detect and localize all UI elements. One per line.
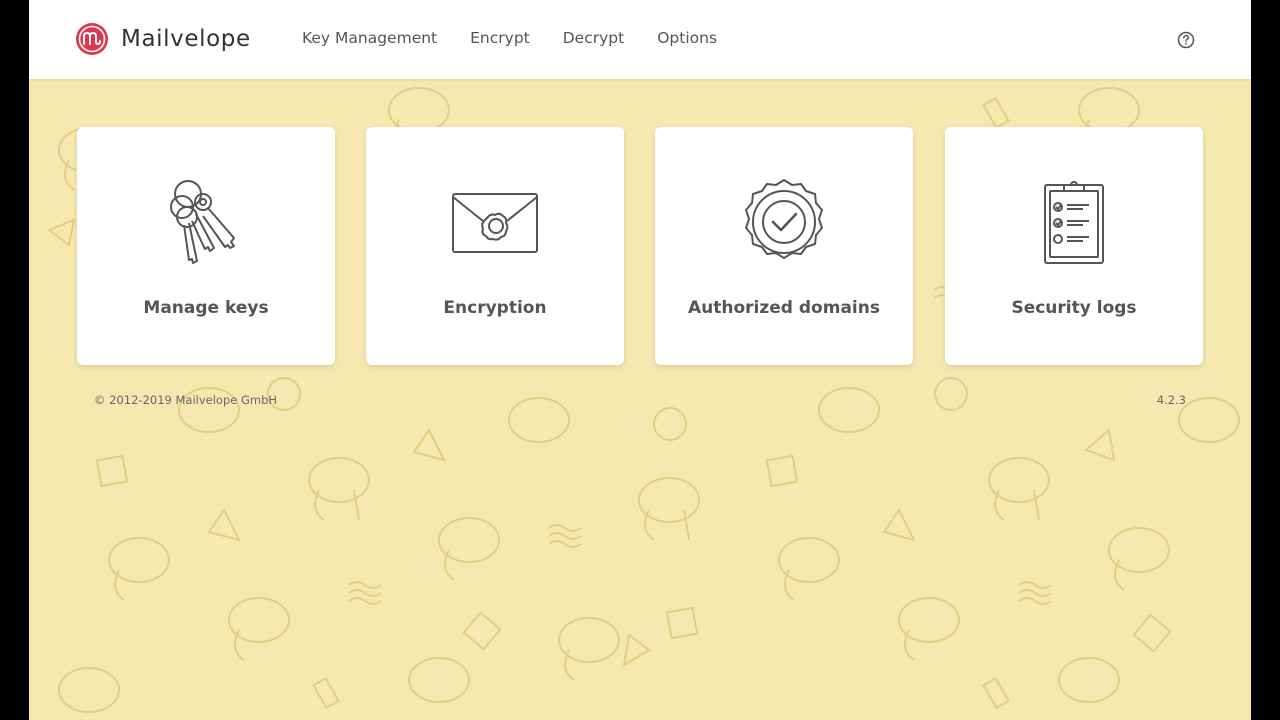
pattern-square-icon bbox=[312, 676, 340, 710]
pattern-wave-icon bbox=[548, 524, 582, 548]
pattern-triangle-icon bbox=[412, 428, 446, 462]
pattern-elephant-icon bbox=[778, 537, 840, 601]
pattern-elephant-icon bbox=[58, 667, 120, 713]
pattern-elephant-icon bbox=[558, 617, 620, 681]
brand-logo[interactable]: Mailvelope bbox=[75, 22, 251, 56]
pattern-square-icon bbox=[462, 611, 502, 651]
main-nav: Key Management Encrypt Decrypt Options bbox=[302, 29, 750, 47]
card-manage-keys[interactable]: Manage keys bbox=[77, 127, 335, 365]
version-text: 4.2.3 bbox=[1156, 393, 1186, 407]
pattern-circle-icon bbox=[653, 407, 687, 441]
pattern-triangle-icon bbox=[46, 218, 76, 247]
clipboard-checklist-icon bbox=[1044, 181, 1104, 264]
pattern-elephant-icon bbox=[1108, 527, 1170, 591]
top-navigation-bar: Mailvelope Key Management Encrypt Decryp… bbox=[29, 0, 1251, 79]
pattern-elephant-icon bbox=[1058, 657, 1120, 703]
pattern-elephant-icon bbox=[898, 597, 960, 661]
pattern-triangle-icon bbox=[622, 633, 651, 667]
card-security-logs[interactable]: Security logs bbox=[945, 127, 1203, 365]
pattern-square-icon bbox=[982, 676, 1010, 710]
pattern-square-icon bbox=[95, 454, 129, 488]
pattern-elephant-icon bbox=[408, 657, 470, 703]
card-authorized-domains[interactable]: Authorized domains bbox=[655, 127, 913, 365]
pattern-elephant-icon bbox=[638, 477, 700, 541]
pattern-elephant-icon bbox=[108, 537, 170, 601]
pattern-wave-icon bbox=[1018, 581, 1052, 605]
mailvelope-logo-icon bbox=[76, 23, 108, 55]
pattern-triangle-icon bbox=[1084, 428, 1116, 462]
nav-encrypt[interactable]: Encrypt bbox=[470, 29, 530, 47]
question-circle-icon[interactable] bbox=[1177, 31, 1195, 49]
app-window: Mailvelope Key Management Encrypt Decryp… bbox=[29, 0, 1251, 720]
pattern-elephant-icon bbox=[228, 597, 290, 661]
footer: © 2012-2019 Mailvelope GmbH 4.2.3 bbox=[94, 393, 1186, 407]
pattern-square-icon bbox=[765, 454, 799, 488]
pattern-triangle-icon bbox=[207, 508, 241, 542]
dashboard-cards: Manage keys Encryption Authorized domain… bbox=[77, 127, 1203, 365]
brand-name: Mailvelope bbox=[121, 26, 251, 52]
pattern-square-icon bbox=[982, 96, 1010, 130]
pattern-wave-icon bbox=[348, 581, 382, 605]
card-label: Security logs bbox=[1011, 298, 1137, 318]
card-encryption[interactable]: Encryption bbox=[366, 127, 624, 365]
nav-decrypt[interactable]: Decrypt bbox=[563, 29, 624, 47]
pattern-elephant-icon bbox=[988, 457, 1050, 521]
card-label: Manage keys bbox=[143, 298, 269, 318]
pattern-elephant-icon bbox=[438, 517, 500, 581]
nav-key-management[interactable]: Key Management bbox=[302, 29, 437, 47]
card-label: Encryption bbox=[443, 298, 547, 318]
pattern-square-icon bbox=[665, 606, 699, 640]
copyright-text: © 2012-2019 Mailvelope GmbH bbox=[94, 393, 278, 407]
pattern-square-icon bbox=[1132, 613, 1172, 653]
verified-badge-icon bbox=[745, 179, 823, 259]
pattern-elephant-icon bbox=[308, 457, 370, 521]
sealed-envelope-icon bbox=[452, 193, 538, 253]
card-label: Authorized domains bbox=[688, 298, 880, 318]
nav-options[interactable]: Options bbox=[657, 29, 717, 47]
pattern-elephant-icon bbox=[1178, 397, 1240, 443]
pattern-triangle-icon bbox=[882, 508, 916, 542]
keys-icon bbox=[170, 180, 235, 264]
